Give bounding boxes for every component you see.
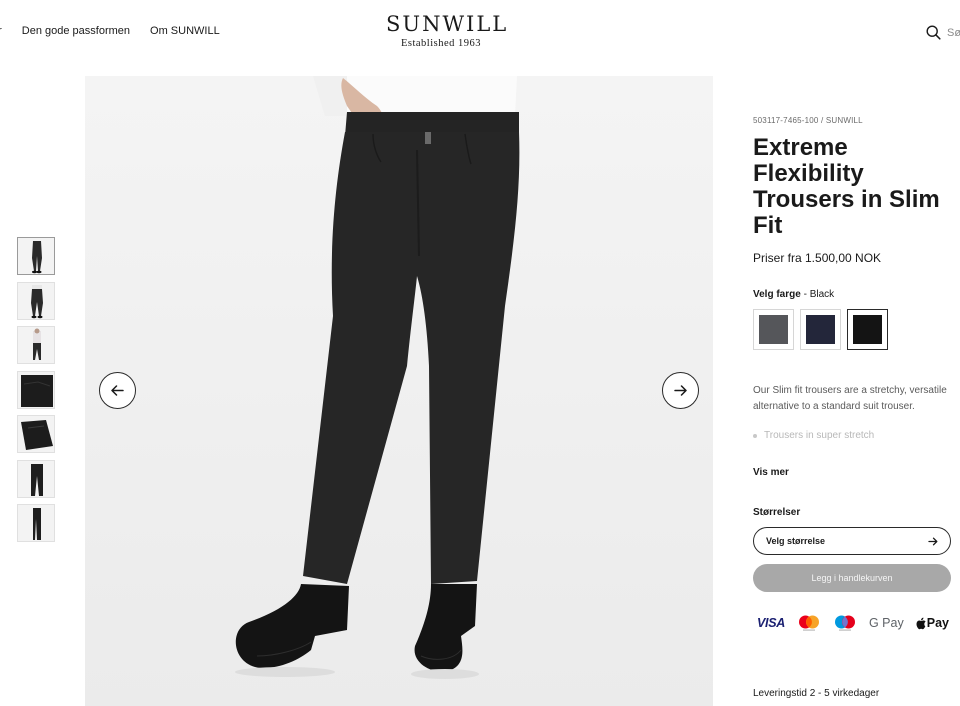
product-info: 503117-7465-100 / SUNWILL Extreme Flexib…: [753, 116, 953, 699]
swatch-fill-grey: [759, 315, 788, 344]
feature-bullet: Trousers in super stretch: [753, 430, 953, 441]
apple-pay-logo: Pay: [916, 616, 949, 630]
color-selected-name: Black: [809, 289, 835, 300]
next-image-button[interactable]: [662, 372, 699, 409]
color-swatch-grey[interactable]: [753, 309, 794, 350]
sizes-label: Størrelser: [753, 507, 801, 518]
site-header: er Den gode passformen Om SUNWILL SUNWIL…: [0, 0, 960, 66]
swatch-fill-navy: [806, 315, 835, 344]
payment-methods: VISA G Pay Pay: [753, 614, 949, 632]
mastercard-logo: [798, 615, 819, 631]
logo-wordmark: SUNWILL: [386, 12, 509, 36]
thumbnail-list: [17, 237, 55, 549]
apple-pay-text: Pay: [926, 616, 949, 630]
nav-item-about[interactable]: Om SUNWILL: [150, 25, 220, 37]
previous-image-button[interactable]: [99, 372, 136, 409]
color-swatches: [753, 309, 953, 350]
visa-logo: VISA: [757, 616, 785, 630]
google-pay-logo: G Pay: [868, 616, 904, 630]
apple-icon: [916, 617, 926, 629]
brand-logo[interactable]: SUNWILL Established 1963: [386, 12, 509, 49]
arrow-right-icon: [928, 537, 938, 545]
search-icon: [926, 25, 941, 40]
product-title: Extreme Flexibility Trousers in Slim Fit: [753, 134, 940, 239]
thumbnail-5[interactable]: [17, 415, 55, 453]
color-swatch-navy[interactable]: [800, 309, 841, 350]
arrow-right-icon: [674, 385, 687, 396]
size-select-button[interactable]: Velg størrelse: [753, 527, 951, 555]
feature-bullet-text: Trousers in super stretch: [764, 430, 875, 441]
thumbnail-2[interactable]: [17, 281, 55, 320]
product-price: Priser fra 1.500,00 NOK: [753, 251, 882, 265]
product-description: Our Slim fit trousers are a stretchy, ve…: [753, 385, 947, 412]
delivery-time: Leveringstid 2 - 5 virkedager: [753, 688, 880, 699]
thumbnail-7[interactable]: [17, 504, 55, 542]
swatch-fill-black: [853, 315, 882, 344]
size-select-label: Velg størrelse: [766, 536, 826, 546]
color-label-separator: -: [800, 289, 810, 300]
search-button[interactable]: Sø: [926, 25, 960, 40]
thumbnail-6[interactable]: [17, 459, 55, 498]
thumbnail-3[interactable]: [17, 326, 55, 364]
search-label: Sø: [947, 26, 960, 39]
bullet-dot: [753, 433, 757, 438]
color-label-title: Velg farge: [753, 289, 801, 300]
maestro-logo: [834, 615, 855, 631]
nav-item-partial[interactable]: er: [0, 25, 2, 37]
logo-tagline: Established 1963: [400, 38, 482, 49]
add-to-cart-button[interactable]: Legg i handlekurven: [753, 564, 951, 592]
thumbnail-4[interactable]: [17, 370, 55, 409]
nav-item-fit[interactable]: Den gode passformen: [22, 25, 130, 37]
arrow-left-icon: [111, 385, 124, 396]
color-swatch-black[interactable]: [847, 309, 888, 350]
product-photo: [85, 76, 713, 706]
product-sku: 503117-7465-100 / SUNWILL: [753, 116, 863, 125]
color-label: Velg farge - Black: [753, 289, 953, 300]
product-main-image: [85, 76, 713, 706]
show-more-link[interactable]: Vis mer: [753, 467, 953, 478]
thumbnail-1[interactable]: [17, 237, 55, 275]
main-nav: er Den gode passformen Om SUNWILL: [0, 25, 220, 37]
